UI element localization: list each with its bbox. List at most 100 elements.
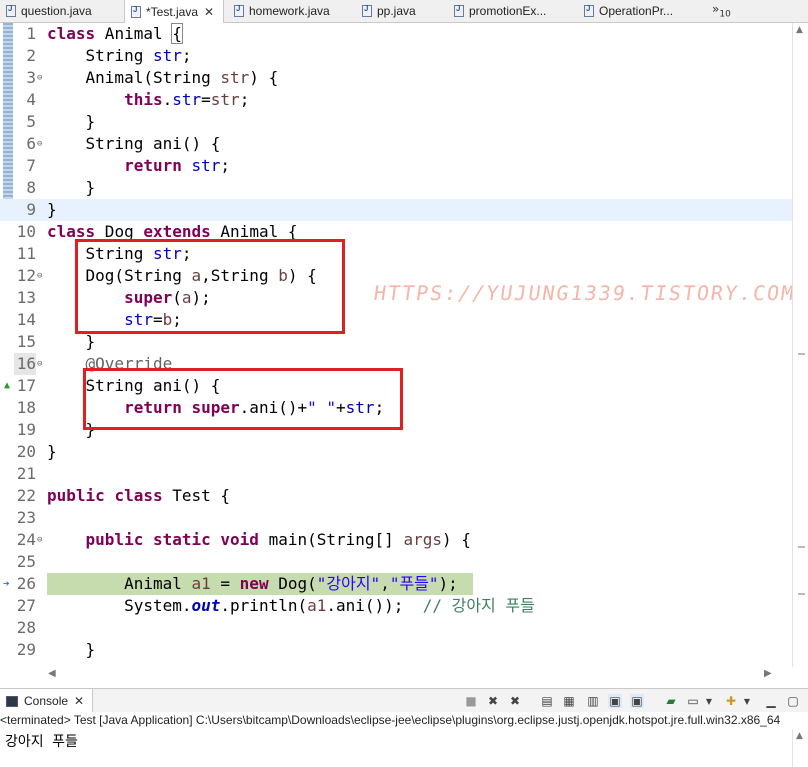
- fold-icon[interactable]: ⊖: [37, 67, 42, 89]
- console-icon: [6, 695, 18, 707]
- minimize-icon[interactable]: ▁: [764, 694, 778, 708]
- override-marker-icon: ▲: [4, 380, 11, 391]
- terminate-icon[interactable]: ■: [464, 694, 478, 708]
- line-number: 25: [16, 552, 36, 571]
- line-number: 11: [16, 244, 36, 263]
- code-line[interactable]: return str;: [47, 155, 230, 177]
- tab-promotionex[interactable]: promotionEx...: [448, 0, 574, 22]
- java-file-icon: [362, 4, 372, 17]
- line-number: 12: [16, 266, 36, 285]
- tab-test-java[interactable]: *Test.java ✕: [124, 0, 224, 23]
- code-line[interactable]: }: [47, 199, 57, 221]
- pin-console-icon[interactable]: ▰: [664, 694, 678, 708]
- tab-label: promotionEx...: [469, 4, 547, 18]
- fold-icon[interactable]: ⊖: [37, 133, 42, 155]
- tab-label: *Test.java: [146, 4, 199, 19]
- line-number: 19: [16, 420, 36, 439]
- line-number: 28: [16, 618, 36, 637]
- remove-all-launches-icon[interactable]: ✖: [508, 694, 522, 708]
- code-line[interactable]: }: [47, 177, 96, 199]
- highlight-box-constructor: [75, 239, 345, 334]
- line-number: 1: [26, 24, 36, 43]
- fold-icon[interactable]: ⊖: [37, 529, 42, 551]
- chevron-down-icon[interactable]: ▼: [740, 694, 754, 708]
- code-line[interactable]: }: [47, 111, 96, 133]
- scroll-lock-icon[interactable]: ▦: [562, 694, 576, 708]
- highlight-box-method: [83, 368, 403, 430]
- code-line[interactable]: System.out.println(a1.ani()); // 강아지 푸들: [47, 595, 535, 617]
- line-number: 14: [16, 310, 36, 329]
- tab-homework-java[interactable]: homework.java: [228, 0, 348, 22]
- java-file-icon: [6, 4, 16, 17]
- code-editor[interactable]: 1 class Animal { 2 String str; 3 ⊖ Animal(…: [0, 23, 792, 667]
- overview-marker[interactable]: [798, 593, 805, 595]
- close-icon[interactable]: ✕: [204, 5, 214, 19]
- tab-operationpr[interactable]: OperationPr...: [578, 0, 704, 22]
- console-tab-label: Console: [24, 694, 69, 708]
- horizontal-scrollbar[interactable]: ◀ ▶: [40, 667, 782, 681]
- fold-icon[interactable]: ⊖: [37, 265, 42, 287]
- scroll-up-icon[interactable]: ▲: [796, 25, 803, 35]
- line-number: 3: [26, 68, 36, 87]
- java-file-icon: [454, 4, 464, 17]
- code-line[interactable]: String str;: [47, 45, 192, 67]
- console-output: 강아지 푸들: [5, 734, 78, 750]
- show-on-stdout-icon[interactable]: ▣: [608, 694, 622, 708]
- tab-label: pp.java: [377, 4, 416, 18]
- console-status-line: <terminated> Test [Java Application] C:\…: [0, 712, 808, 729]
- clear-console-icon[interactable]: ▤: [540, 694, 554, 708]
- code-line[interactable]: Animal(String str) {: [47, 67, 279, 89]
- tab-label: homework.java: [249, 4, 330, 18]
- line-number: 2: [26, 46, 36, 65]
- vertical-scrollbar[interactable]: ▲: [792, 23, 808, 667]
- open-console-icon[interactable]: ✚: [724, 694, 738, 708]
- fold-icon[interactable]: ⊖: [37, 353, 42, 375]
- java-file-icon: [131, 5, 141, 18]
- scroll-right-icon[interactable]: ▶: [764, 668, 772, 679]
- tab-question-java[interactable]: question.java: [0, 0, 118, 22]
- scroll-up-icon[interactable]: ▲: [796, 731, 803, 741]
- line-number: 15: [16, 332, 36, 351]
- code-line[interactable]: String ani() {: [47, 133, 221, 155]
- line-number: 8: [26, 178, 36, 197]
- line-number: 5: [26, 112, 36, 131]
- code-line[interactable]: }: [47, 331, 96, 353]
- code-line[interactable]: this.str=str;: [47, 89, 249, 111]
- tab-overflow-button[interactable]: »10: [712, 2, 731, 19]
- code-line[interactable]: class Animal {: [47, 23, 183, 45]
- code-line[interactable]: Animal a1 = new Dog("강아지","푸들");: [47, 573, 458, 595]
- line-number: 22: [16, 486, 36, 505]
- line-number: 18: [16, 398, 36, 417]
- tab-label: question.java: [21, 4, 92, 18]
- line-number: 21: [16, 464, 36, 483]
- line-number: 24: [16, 530, 36, 549]
- code-line[interactable]: public class Test {: [47, 485, 230, 507]
- tab-pp-java[interactable]: pp.java: [356, 0, 446, 22]
- chevron-down-icon[interactable]: ▼: [702, 694, 716, 708]
- line-number: 6: [26, 134, 36, 153]
- editor-tab-bar: question.java *Test.java ✕ homework.java…: [0, 0, 808, 23]
- code-line[interactable]: }: [47, 639, 96, 661]
- overview-marker[interactable]: [798, 353, 805, 355]
- console-scrollbar[interactable]: ▲: [792, 729, 808, 767]
- java-file-icon: [234, 4, 244, 17]
- line-number: 26: [16, 574, 36, 593]
- display-console-icon[interactable]: ▭: [686, 694, 700, 708]
- show-on-stderr-icon[interactable]: ▣: [630, 694, 644, 708]
- line-number: 23: [16, 508, 36, 527]
- scroll-left-icon[interactable]: ◀: [48, 668, 56, 679]
- debug-pointer-icon: ➔: [3, 577, 10, 590]
- close-icon[interactable]: ✕: [74, 694, 84, 708]
- tab-console[interactable]: Console ✕: [0, 689, 94, 713]
- tab-label: OperationPr...: [599, 4, 674, 18]
- code-line[interactable]: public static void main(String[] args) {: [47, 529, 471, 551]
- line-number: 4: [26, 90, 36, 109]
- line-number: 9: [26, 200, 36, 219]
- remove-launch-icon[interactable]: ✖: [486, 694, 500, 708]
- overview-marker[interactable]: [798, 546, 805, 548]
- code-line[interactable]: }: [47, 441, 57, 463]
- line-number: 7: [26, 156, 36, 175]
- maximize-icon[interactable]: ▢: [786, 694, 800, 708]
- word-wrap-icon[interactable]: ▥: [586, 694, 600, 708]
- overflow-count: 10: [719, 9, 731, 20]
